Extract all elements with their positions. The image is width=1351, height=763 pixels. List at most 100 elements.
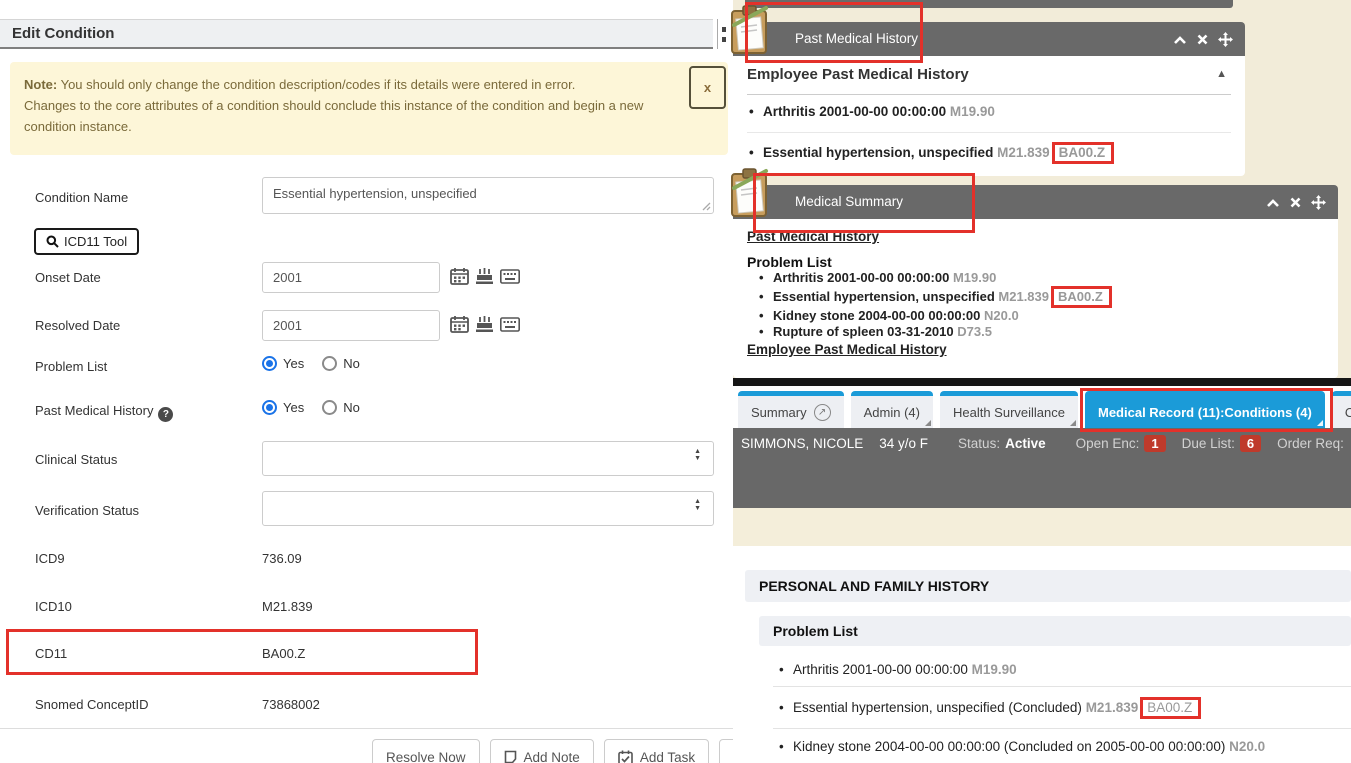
icd11-code-annotated: BA00.Z	[1140, 697, 1201, 719]
medical-summary-body: Past Medical History Problem List •Arthr…	[733, 219, 1338, 378]
list-item[interactable]: •Arthritis 2001-00-00 00:00:00 M19.90	[773, 652, 1351, 687]
page-title: Edit Condition	[0, 20, 713, 48]
pmh-no-radio[interactable]	[322, 400, 337, 415]
keyboard-icon[interactable]	[500, 269, 520, 284]
patient-info-bar: SIMMONS, NICOLE 34 y/o F Status: Active …	[733, 428, 1351, 508]
close-icon[interactable]	[1290, 197, 1301, 208]
calendar-check-icon	[618, 750, 633, 763]
select-arrows-icon: ▲▼	[694, 498, 701, 512]
tab-medical-record-conditions[interactable]: Medical Record (11):Conditions (4)	[1085, 391, 1325, 428]
icd11-tool-button[interactable]: ICD11 Tool	[34, 228, 139, 255]
note-bold: Note:	[24, 77, 57, 92]
item-text: Kidney stone 2004-00-00 00:00:00	[773, 308, 980, 323]
snomed-label: Snomed ConceptID	[35, 697, 148, 712]
resolved-date-icons	[450, 315, 520, 333]
help-question-icon[interactable]: ?	[158, 407, 173, 422]
bullet-icon: •	[779, 700, 793, 715]
add-task-button[interactable]: Add Task	[604, 739, 709, 763]
birthday-cake-icon[interactable]	[475, 315, 494, 333]
divider	[747, 94, 1231, 95]
list-item[interactable]: •Rupture of spleen 03-31-2010 D73.5	[747, 324, 1324, 340]
chevron-up-icon[interactable]	[1173, 35, 1187, 45]
move-icon[interactable]	[1311, 195, 1326, 210]
tab-on-screen[interactable]: On Scre	[1332, 391, 1351, 428]
bullet-icon: •	[759, 308, 773, 324]
clinical-status-select[interactable]: ▲▼	[262, 441, 714, 476]
resolve-now-button[interactable]: Resolve Now	[372, 739, 480, 763]
list-item[interactable]: •Essential hypertension, unspecified (Co…	[773, 687, 1351, 729]
select-arrows-icon: ▲▼	[694, 448, 701, 462]
tab-label: On Scre	[1345, 405, 1351, 420]
patient-name: SIMMONS, NICOLE	[741, 436, 863, 451]
item-text: Arthritis 2001-00-00 00:00:00	[763, 104, 946, 119]
birthday-cake-icon[interactable]	[475, 267, 494, 285]
bullet-icon: •	[749, 145, 763, 160]
list-item[interactable]: •Kidney stone 2004-00-00 00:00:00 N20.0	[747, 308, 1324, 324]
header-divider	[717, 19, 718, 49]
item-text: Rupture of spleen 03-31-2010	[773, 324, 954, 339]
onset-date-icons	[450, 267, 520, 285]
problem-list-no-radio[interactable]	[322, 356, 337, 371]
open-enc-badge[interactable]: 1	[1144, 435, 1165, 452]
resolved-date-label: Resolved Date	[35, 318, 120, 333]
icd10-code: M19.90	[953, 270, 996, 285]
edit-condition-panel: Edit Condition Note: You should only cha…	[0, 0, 733, 763]
chevron-up-icon[interactable]	[1266, 198, 1280, 208]
list-item[interactable]: •Arthritis 2001-00-00 00:00:00 M19.90	[747, 270, 1324, 286]
list-item[interactable]: •Kidney stone 2004-00-00 00:00:00 (Concl…	[773, 729, 1351, 763]
medical-summary-title: Medical Summary	[733, 185, 1338, 219]
problem-list-subheader: Problem List	[759, 616, 1351, 646]
bullet-icon: •	[759, 324, 773, 340]
condition-name-input[interactable]: Essential hypertension, unspecified	[262, 177, 714, 214]
record-panel: Past Medical History Employee Past Medic…	[733, 0, 1351, 763]
icd9-value: 736.09	[262, 551, 302, 566]
due-list-badge[interactable]: 6	[1240, 435, 1261, 452]
icd10-value: M21.839	[262, 599, 313, 614]
onset-date-label: Onset Date	[35, 270, 101, 285]
list-item[interactable]: •Essential hypertension, unspecified M21…	[747, 286, 1324, 309]
pmh-yes-radio[interactable]	[262, 400, 277, 415]
verification-status-label: Verification Status	[35, 503, 139, 518]
textarea-resize-handle[interactable]	[702, 202, 711, 211]
pmh-widget-header[interactable]: Past Medical History	[733, 22, 1245, 56]
employee-pmh-link[interactable]: Employee Past Medical History	[747, 342, 947, 357]
collapse-triangle-icon[interactable]: ▲	[1216, 68, 1227, 80]
bullet-icon: •	[779, 739, 793, 754]
add-note-label: Add Note	[524, 750, 580, 763]
medical-summary-header[interactable]: Medical Summary	[733, 185, 1338, 219]
divider	[747, 132, 1231, 133]
tab-admin[interactable]: Admin (4)	[851, 391, 933, 428]
icd11-value: BA00.Z	[262, 646, 305, 661]
personal-family-history-header: PERSONAL AND FAMILY HISTORY	[745, 570, 1351, 602]
past-medical-history-link[interactable]: Past Medical History	[747, 229, 879, 244]
past-medical-history-label-text: Past Medical History	[35, 403, 153, 418]
resolved-date-input[interactable]	[262, 310, 440, 341]
verification-status-select[interactable]: ▲▼	[262, 491, 714, 526]
move-icon[interactable]	[1218, 32, 1233, 47]
note-line1: You should only change the condition des…	[57, 77, 575, 92]
add-note-button[interactable]: Add Note	[490, 739, 594, 763]
calendar-icon[interactable]	[450, 267, 469, 285]
tab-summary[interactable]: Summary ↗	[738, 391, 844, 428]
tab-bar: Summary ↗ Admin (4) Health Surveillance …	[733, 386, 1351, 428]
icd10-code: M19.90	[950, 104, 995, 119]
footer-divider	[0, 728, 733, 729]
past-medical-history-radios: Yes No	[262, 400, 360, 415]
medical-summary-controls	[1266, 195, 1326, 210]
order-req-label: Order Req:	[1277, 436, 1344, 451]
list-item[interactable]: •Arthritis 2001-00-00 00:00:00 M19.90	[749, 104, 1231, 119]
open-enc-label: Open Enc:	[1076, 436, 1140, 451]
icd10-label: ICD10	[35, 599, 72, 614]
pmh-widget-controls	[1173, 32, 1233, 47]
problem-list-yes-radio[interactable]	[262, 356, 277, 371]
keyboard-icon[interactable]	[500, 317, 520, 332]
close-icon[interactable]	[1197, 34, 1208, 45]
onset-date-input[interactable]	[262, 262, 440, 293]
external-link-icon: ↗	[814, 404, 831, 421]
edit-condition-header: Edit Condition	[0, 19, 713, 49]
calendar-icon[interactable]	[450, 315, 469, 333]
note-close-button[interactable]: x	[689, 66, 726, 109]
item-text: Essential hypertension, unspecified	[763, 145, 993, 160]
tab-health-surveillance[interactable]: Health Surveillance	[940, 391, 1078, 428]
list-item[interactable]: •Essential hypertension, unspecified M21…	[749, 142, 1231, 164]
